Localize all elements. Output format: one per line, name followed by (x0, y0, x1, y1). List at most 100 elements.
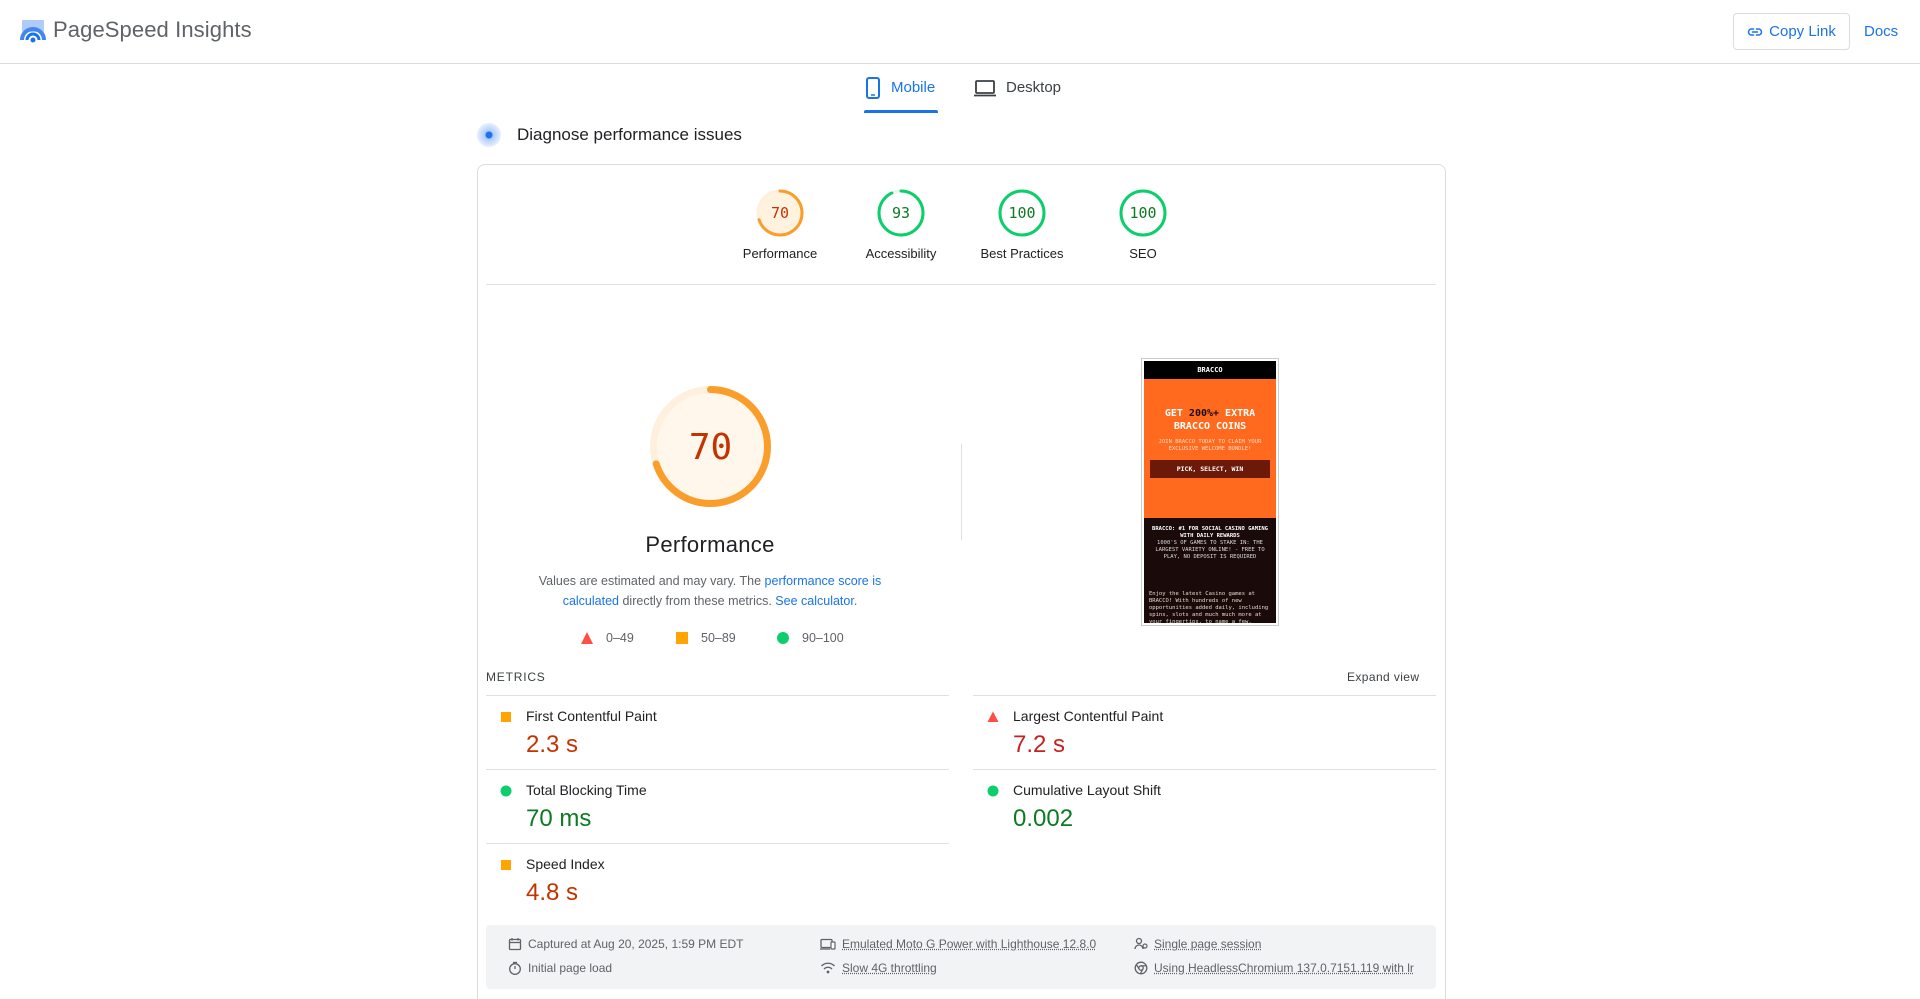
docs-link[interactable]: Docs (1864, 23, 1898, 40)
legend-range: 0–49 (606, 631, 634, 645)
tab-mobile-label: Mobile (891, 79, 936, 96)
calendar-icon (508, 938, 522, 951)
metric-value: 2.3 s (526, 731, 579, 758)
screenshot-subtext: JOIN BRACCO TODAY TO CLAIM YOUR EXCLUSIV… (1158, 439, 1262, 452)
score-legend-average: 50–89 (675, 631, 736, 645)
metric-value: 4.8 s (526, 879, 579, 906)
link-icon (1747, 27, 1763, 36)
app-header: PageSpeed Insights Copy Link Docs (0, 0, 1920, 64)
screenshot-headline: GET 200%+ EXTRA (1164, 408, 1256, 419)
score-legend-pass: 90–100 (776, 631, 844, 645)
see-calculator-link[interactable]: See calculator. (775, 594, 857, 608)
green-circle-icon (500, 785, 512, 797)
signal-icon (821, 962, 835, 974)
diagnose-title: Diagnose performance issues (517, 125, 742, 144)
app-title[interactable]: PageSpeed Insights (53, 17, 252, 43)
screenshot-section: BRACCO: #1 FOR SOCIAL CASINO GAMING WITH… (1144, 518, 1276, 569)
mobile-phone-icon (866, 77, 880, 99)
person-icon (1134, 937, 1148, 950)
screenshot-section-title: BRACCO: #1 FOR SOCIAL CASINO GAMING WITH… (1152, 526, 1268, 539)
divider (486, 843, 949, 844)
legend-range: 50–89 (701, 631, 736, 645)
svg-text:70: 70 (771, 204, 789, 222)
devices-icon (820, 938, 836, 950)
divider (973, 769, 1436, 770)
tab-mobile[interactable]: Mobile (864, 77, 935, 113)
initial-page-load-text: Initial page load (528, 961, 613, 975)
divider (486, 284, 1436, 285)
category-gauge-seo[interactable]: 100 SEO (1093, 188, 1193, 261)
category-gauge-best-practices[interactable]: 100 Best Practices (972, 188, 1072, 261)
page-session[interactable]: Single page session (1134, 937, 1261, 951)
gauge-label: Performance (742, 246, 818, 261)
screenshot-section-text: 1000'S OF GAMES TO STAKE IN: THE LARGEST… (1155, 540, 1265, 560)
gauge-label: Best Practices (980, 246, 1064, 261)
orange-square-icon (501, 860, 511, 870)
svg-text:100: 100 (1008, 204, 1035, 222)
metric-total-blocking-time: Total Blocking Time 70 ms (486, 774, 946, 844)
metric-name: Largest Contentful Paint (1013, 708, 1164, 724)
screenshot-headline-2: BRACCO COINS (1173, 421, 1247, 432)
metric-name: Total Blocking Time (526, 782, 647, 798)
screenshot-brand: BRACCO (1144, 361, 1276, 379)
copy-link-button[interactable]: Copy Link (1733, 13, 1850, 50)
gauge-label: SEO (1129, 246, 1157, 261)
run-info-panel (486, 925, 1436, 989)
red-triangle-icon (581, 632, 593, 644)
svg-text:100: 100 (1129, 204, 1156, 222)
copy-link-label: Copy Link (1769, 23, 1836, 40)
category-gauge-performance[interactable]: 70 Performance (730, 188, 830, 261)
svg-text:93: 93 (892, 204, 910, 222)
metric-name: First Contentful Paint (526, 708, 657, 724)
captured-at: Captured at Aug 20, 2025, 1:59 PM EDT (508, 937, 743, 951)
metric-speed-index: Speed Index 4.8 s (486, 848, 946, 918)
desc-text: directly from these metrics. (619, 594, 776, 608)
red-triangle-icon (987, 711, 999, 722)
metric-cumulative-layout-shift: Cumulative Layout Shift 0.002 (973, 774, 1433, 844)
pagespeed-logo-icon[interactable] (20, 18, 46, 44)
metric-value: 7.2 s (1013, 731, 1066, 758)
green-circle-icon (777, 632, 789, 644)
throttling-text: Slow 4G throttling (842, 961, 937, 975)
emulated-device[interactable]: Emulated Moto G Power with Lighthouse 12… (820, 937, 1096, 951)
score-ring: 93 (877, 189, 925, 237)
metric-largest-contentful-paint: Largest Contentful Paint 7.2 s (973, 700, 1433, 770)
screenshot-content: BRACCO GET 200%+ EXTRA BRACCO COINS JOIN… (1144, 361, 1276, 623)
metric-name: Speed Index (526, 856, 605, 872)
browser-version[interactable]: Using HeadlessChromium 137.0.7151.119 wi… (1134, 961, 1414, 975)
metrics-heading: METRICS (486, 670, 546, 684)
performance-title: Performance (645, 532, 775, 557)
legend-range: 90–100 (802, 631, 844, 645)
vertical-divider (961, 444, 962, 540)
score-ring: 100 (1119, 189, 1167, 237)
page-session-text: Single page session (1154, 937, 1262, 951)
final-screenshot[interactable]: BRACCO GET 200%+ EXTRA BRACCO COINS JOIN… (1141, 358, 1279, 626)
diagnose-icon (477, 123, 501, 147)
browser-version-text: Using HeadlessChromium 137.0.7151.119 wi… (1154, 961, 1414, 975)
green-circle-icon (987, 785, 999, 797)
metric-value: 0.002 (1013, 805, 1074, 832)
expand-view-button[interactable]: Expand view (1347, 670, 1419, 684)
performance-score-gauge: 70 (650, 386, 771, 507)
active-tab-indicator (864, 110, 938, 113)
divider (486, 695, 949, 696)
throttling[interactable]: Slow 4G throttling (820, 961, 937, 975)
score-legend-fail: 0–49 (580, 631, 634, 645)
svg-text:70: 70 (689, 427, 732, 468)
tab-desktop-label: Desktop (1006, 79, 1062, 96)
emulated-device-text: Emulated Moto G Power with Lighthouse 12… (842, 937, 1097, 951)
metric-name: Cumulative Layout Shift (1013, 782, 1161, 798)
initial-page-load: Initial page load (508, 961, 612, 975)
timer-icon (509, 961, 521, 975)
laptop-icon (974, 80, 996, 97)
desc-text: Values are estimated and may vary. The (538, 574, 765, 588)
metric-value: 70 ms (526, 805, 592, 832)
tab-desktop[interactable]: Desktop (973, 77, 1061, 113)
chrome-icon (1134, 961, 1148, 975)
category-gauge-accessibility[interactable]: 93 Accessibility (851, 188, 951, 261)
performance-description: Values are estimated and may vary. The p… (525, 571, 895, 611)
orange-square-icon (676, 632, 688, 644)
metric-first-contentful-paint: First Contentful Paint 2.3 s (486, 700, 946, 770)
screenshot-hero: GET 200%+ EXTRA BRACCO COINS JOIN BRACCO… (1144, 379, 1276, 518)
divider (486, 769, 949, 770)
